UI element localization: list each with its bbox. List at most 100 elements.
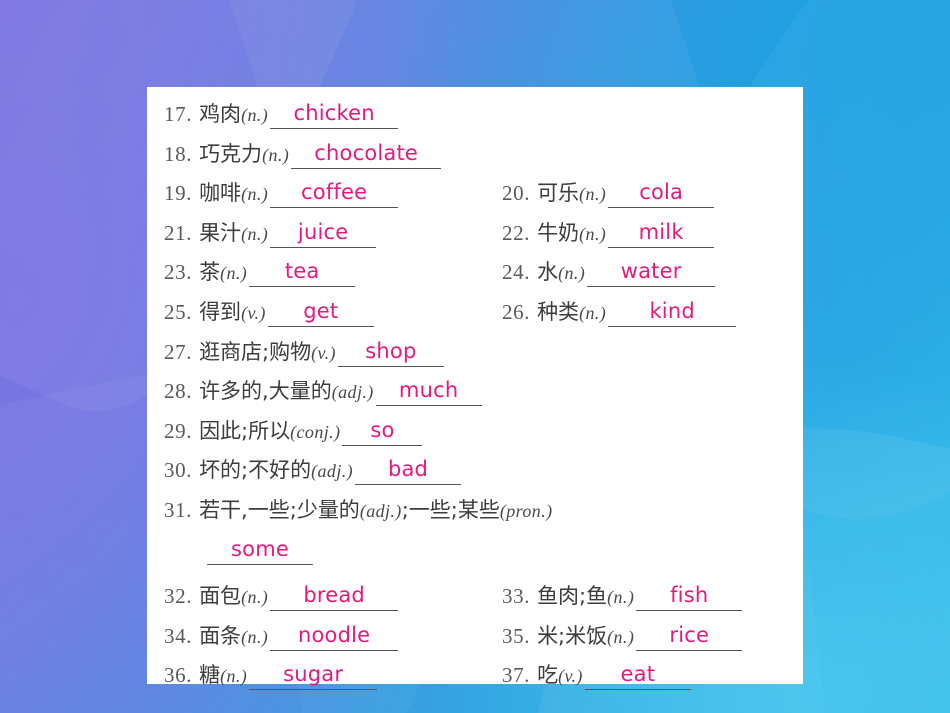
entry-chinese: 面条	[199, 623, 242, 648]
entry-number: 24.	[502, 260, 531, 285]
table-row: 31. 若干,一些;少量的 (adj.) ;一些;某些 (pron.)	[147, 494, 803, 538]
table-row: 30. 坏的;不好的 (adj.) bad	[147, 454, 803, 494]
answer-blank[interactable]: juice	[270, 220, 377, 248]
answer-blank[interactable]: fish	[636, 582, 743, 611]
answer-blank[interactable]: chicken	[270, 101, 399, 129]
entry-chinese: 茶	[199, 260, 221, 285]
table-row: 34. 面条 (n.) noodle 35. 米;米饭 (n.) rice	[147, 620, 803, 660]
answer-blank[interactable]: coffee	[270, 180, 399, 209]
answer-blank[interactable]: much	[375, 378, 482, 407]
answer-text: bread	[303, 582, 365, 607]
answer-blank[interactable]: cola	[608, 180, 715, 209]
answer-blank[interactable]: chocolate	[291, 141, 442, 169]
entry-number: 19.	[164, 181, 193, 206]
answer-text: shop	[365, 338, 417, 363]
entry-number: 31.	[164, 497, 193, 522]
answer-blank[interactable]: noodle	[270, 623, 399, 651]
answer-text: coffee	[301, 180, 368, 205]
answer-blank[interactable]: eat	[584, 662, 691, 691]
answer-blank[interactable]: kind	[608, 299, 737, 327]
answer-blank[interactable]: bad	[355, 457, 462, 486]
entry-chinese: 咖啡	[199, 181, 242, 206]
table-row: 32. 面包 (n.) bread 33. 鱼肉;鱼 (n.) fish	[147, 580, 803, 620]
vocab-entry: 36. 糖 (n.) sugar	[164, 659, 378, 691]
vocab-entry: 34. 面条 (n.) noodle	[164, 620, 399, 651]
entry-number: 33.	[502, 583, 531, 608]
vocab-entry: 32. 面包 (n.) bread	[164, 580, 399, 611]
entry-part-of-speech: (n.)	[579, 223, 607, 244]
answer-text: fish	[670, 582, 709, 607]
entry-chinese: 可乐	[537, 181, 580, 206]
vocabulary-row-list: 17. 鸡肉 (n.) chicken 18. 巧克力 (n.) chocolate 19. 咖啡…	[147, 98, 803, 699]
entry-part-of-speech: (n.)	[241, 586, 269, 607]
answer-blank[interactable]: some	[207, 536, 313, 565]
table-row-continuation: some	[147, 536, 803, 580]
entry-number: 25.	[164, 299, 193, 324]
slide-canvas: 17. 鸡肉 (n.) chicken 18. 巧克力 (n.) chocolate 19. 咖啡…	[0, 0, 950, 713]
vocab-entry: 27. 逛商店;购物 (v.) shop	[164, 336, 444, 367]
entry-chinese-secondary: ;一些;某些	[401, 497, 500, 522]
answer-text: chicken	[293, 101, 375, 125]
entry-part-of-speech: (adj.)	[359, 500, 402, 521]
table-row: 27. 逛商店;购物 (v.) shop	[147, 336, 803, 376]
entry-chinese: 巧克力	[199, 141, 263, 166]
entry-number: 35.	[502, 623, 531, 648]
vocab-entry: 26. 种类 (n.) kind	[502, 296, 737, 327]
answer-text: get	[303, 298, 339, 323]
answer-blank[interactable]: water	[587, 259, 716, 288]
vocab-entry: 28. 许多的,大量的 (adj.) much	[164, 375, 482, 407]
answer-text: milk	[638, 219, 684, 244]
answer-blank[interactable]: so	[342, 418, 423, 446]
entry-part-of-speech: (n.)	[607, 586, 635, 607]
entry-chinese: 糖	[199, 663, 221, 688]
entry-number: 29.	[164, 418, 193, 443]
answer-text: rice	[669, 622, 710, 647]
answer-blank[interactable]: shop	[337, 338, 444, 367]
entry-part-of-speech: (n.)	[579, 302, 607, 323]
vocab-entry: 31. 若干,一些;少量的 (adj.) ;一些;某些 (pron.)	[164, 494, 553, 524]
entry-chinese: 得到	[199, 299, 242, 324]
entry-part-of-speech: (v.)	[241, 302, 266, 323]
entry-number: 23.	[164, 260, 193, 285]
entry-part-of-speech: (v.)	[558, 666, 583, 687]
entry-chinese: 鱼肉;鱼	[537, 583, 608, 608]
table-row: 29. 因此;所以 (conj.) so	[147, 415, 803, 455]
entry-number: 34.	[164, 623, 193, 648]
entry-part-of-speech: (n.)	[262, 144, 290, 165]
vocab-entry: 17. 鸡肉 (n.) chicken	[164, 98, 399, 129]
table-row: 18. 巧克力 (n.) chocolate	[147, 138, 803, 178]
table-row: 23. 茶 (n.) tea 24. 水 (n.) water	[147, 256, 803, 296]
entry-part-of-speech: (n.)	[579, 184, 607, 205]
answer-blank[interactable]: milk	[608, 219, 715, 248]
entry-part-of-speech: (n.)	[607, 626, 635, 647]
entry-chinese: 若干,一些;少量的	[199, 497, 360, 522]
entry-number: 37.	[502, 663, 531, 688]
entry-chinese: 面包	[199, 583, 242, 608]
entry-chinese: 逛商店;购物	[199, 339, 312, 364]
answer-text: some	[231, 536, 289, 561]
answer-blank[interactable]: sugar	[249, 662, 378, 691]
table-row: 28. 许多的,大量的 (adj.) much	[147, 375, 803, 415]
vocab-entry: 33. 鱼肉;鱼 (n.) fish	[502, 580, 743, 611]
entry-part-of-speech: (n.)	[241, 223, 269, 244]
entry-number: 20.	[502, 181, 531, 206]
answer-blank[interactable]: rice	[636, 622, 743, 651]
answer-text: eat	[620, 662, 656, 687]
entry-number: 17.	[164, 102, 193, 126]
entry-chinese: 鸡肉	[199, 102, 242, 126]
vocab-entry: 24. 水 (n.) water	[502, 256, 716, 288]
answer-text: sugar	[283, 662, 344, 687]
answer-blank[interactable]: get	[267, 298, 374, 327]
vocab-entry: 20. 可乐 (n.) cola	[502, 177, 715, 209]
entry-chinese: 果汁	[199, 220, 242, 245]
answer-blank[interactable]: bread	[270, 582, 399, 611]
answer-text: water	[620, 259, 682, 284]
entry-chinese: 种类	[537, 299, 580, 324]
entry-number: 22.	[502, 220, 531, 245]
entry-chinese: 坏的;不好的	[199, 458, 312, 483]
vocab-entry: 23. 茶 (n.) tea	[164, 256, 356, 288]
answer-text: tea	[284, 259, 320, 284]
table-row: 25. 得到 (v.) get 26. 种类 (n.) kind	[147, 296, 803, 336]
answer-blank[interactable]: tea	[249, 259, 356, 288]
entry-chinese: 米;米饭	[537, 623, 608, 648]
